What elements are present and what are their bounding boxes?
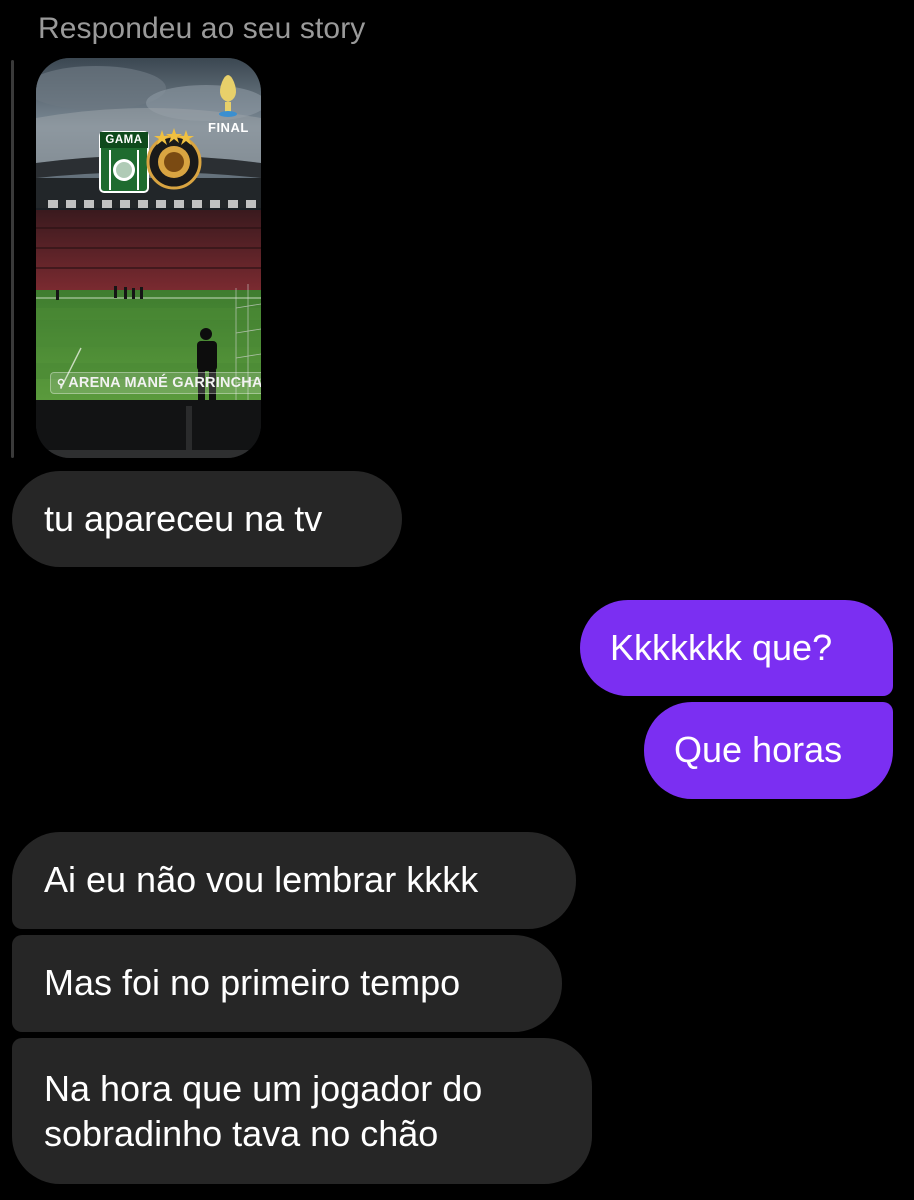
message-text: Ai eu não vou lembrar kkkk bbox=[44, 859, 479, 900]
final-badge: FINAL bbox=[208, 120, 249, 135]
message-bubble-incoming[interactable]: Na hora que um jogador do sobradinho tav… bbox=[12, 1038, 592, 1184]
message-text-line: sobradinho tava no chão bbox=[44, 1113, 439, 1154]
location-pin-icon: ⚲ bbox=[57, 378, 66, 390]
message-text: Que horas bbox=[674, 729, 843, 770]
message-text: Mas foi no primeiro tempo bbox=[44, 962, 461, 1003]
reply-indicator-bar bbox=[11, 60, 14, 458]
location-text: ARENA MANÉ GARRINCHA bbox=[68, 375, 261, 391]
location-sticker[interactable]: ⚲ ARENA MANÉ GARRINCHA bbox=[50, 372, 261, 394]
message-bubble-incoming[interactable]: Ai eu não vou lembrar kkkk bbox=[12, 832, 576, 929]
message-text: Kkkkkkk que? bbox=[610, 627, 833, 668]
message-bubble-incoming[interactable]: Mas foi no primeiro tempo bbox=[12, 935, 562, 1032]
message-bubble-incoming[interactable]: tu apareceu na tv bbox=[12, 471, 402, 567]
story-reply-label: Respondeu ao seu story bbox=[38, 12, 366, 45]
story-thumbnail[interactable]: FINAL GAMA ⚲ ARENA MANÉ GARRINCHA bbox=[36, 58, 261, 458]
dm-conversation: Respondeu ao seu story FINAL GAMA ⚲ AREN… bbox=[0, 0, 914, 1200]
stadium-photo bbox=[36, 58, 261, 458]
sobradinho-crest bbox=[146, 128, 202, 190]
message-bubble-outgoing[interactable]: Que horas bbox=[644, 702, 893, 799]
message-text: tu apareceu na tv bbox=[44, 498, 323, 539]
message-bubble-outgoing[interactable]: Kkkkkkk que? bbox=[580, 600, 893, 696]
message-text-line: Na hora que um jogador do bbox=[44, 1068, 483, 1109]
gama-label: GAMA bbox=[105, 134, 143, 146]
